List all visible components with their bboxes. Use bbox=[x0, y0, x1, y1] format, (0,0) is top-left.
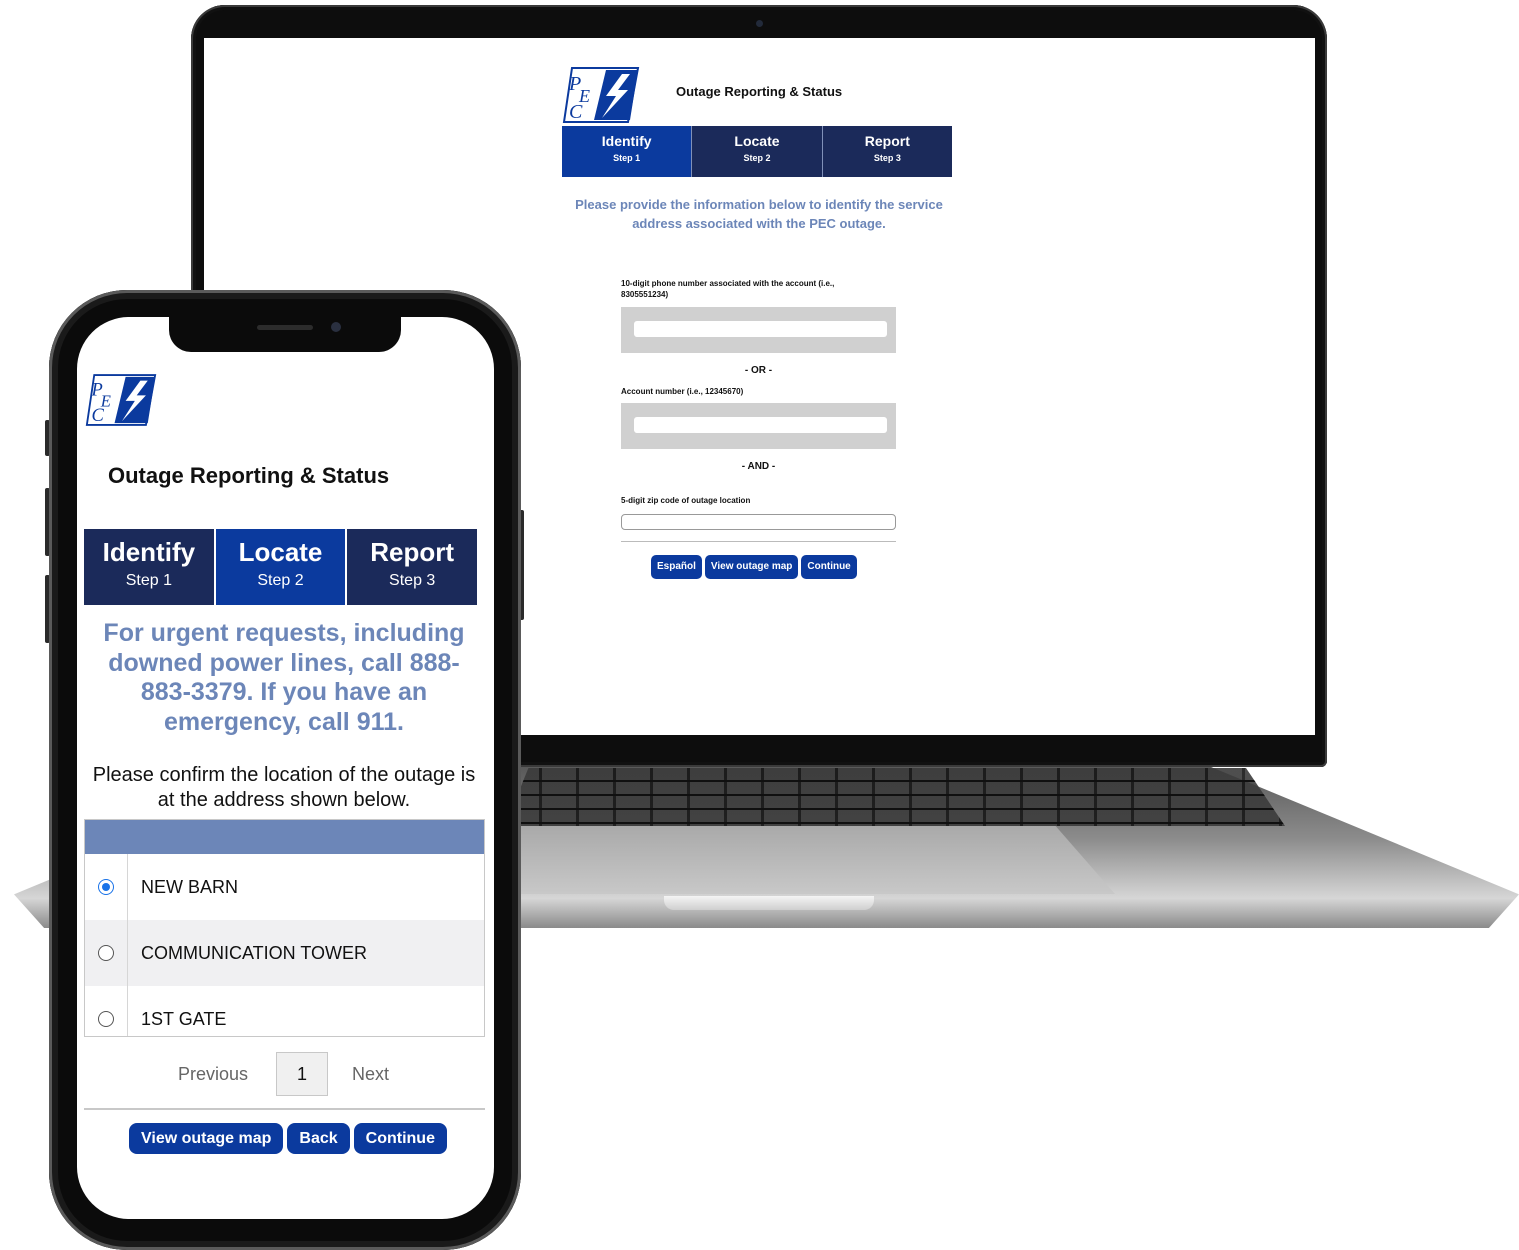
phone-speaker bbox=[257, 325, 313, 330]
mobile-step-tabs: Identify Step 1 Locate Step 2 Report Ste… bbox=[84, 529, 478, 605]
location-table: NEW BARN COMMUNICATION TOWER 1ST GATE bbox=[84, 819, 485, 1037]
continue-button[interactable]: Continue bbox=[353, 1123, 447, 1154]
next-page-link[interactable]: Next bbox=[352, 1064, 389, 1085]
pagination: Previous 1 Next bbox=[77, 1052, 494, 1096]
tab-report-label: Report bbox=[864, 133, 910, 149]
desktop-page-title: Outage Reporting & Status bbox=[676, 84, 843, 99]
continue-button[interactable]: Continue bbox=[801, 555, 857, 579]
svg-text:C: C bbox=[569, 101, 583, 123]
or-separator: - OR - bbox=[744, 365, 773, 376]
svg-text:C: C bbox=[91, 405, 104, 425]
tab-report-label: Report bbox=[370, 537, 455, 567]
mobile-page-title: Outage Reporting & Status bbox=[108, 463, 390, 488]
current-page-button[interactable]: 1 bbox=[276, 1052, 328, 1096]
phone-number-field-box bbox=[621, 307, 896, 353]
radio-checked-icon[interactable] bbox=[98, 879, 114, 895]
confirm-location-text: Please confirm the location of the outag… bbox=[92, 764, 476, 811]
location-row[interactable]: NEW BARN bbox=[85, 854, 484, 920]
view-outage-map-button[interactable]: View outage map bbox=[704, 555, 799, 579]
tab-identify-sub: Step 1 bbox=[125, 572, 172, 589]
tab-report[interactable]: Report Step 3 bbox=[822, 126, 952, 177]
phone-screen: P E C Outage Reporting & Status Identify… bbox=[77, 317, 494, 1219]
tab-locate[interactable]: Locate Step 2 bbox=[692, 126, 823, 177]
laptop-trackpad bbox=[455, 826, 1115, 894]
desktop-divider bbox=[621, 541, 896, 542]
desktop-intro-text: Please provide the information below to … bbox=[575, 197, 943, 231]
zip-code-label: 5-digit zip code of outage location bbox=[621, 496, 751, 505]
tab-identify-sub: Step 1 bbox=[613, 153, 641, 163]
laptop-camera bbox=[756, 20, 763, 27]
tab-locate-label: Locate bbox=[734, 133, 780, 149]
desktop-step-tabs: Identify Step 1 Locate Step 2 Report Ste… bbox=[562, 126, 952, 177]
radio-unchecked-icon[interactable] bbox=[98, 1011, 114, 1027]
location-name: 1ST GATE bbox=[141, 1008, 227, 1029]
urgent-notice: For urgent requests, including downed po… bbox=[103, 619, 465, 736]
phone-number-label: 10-digit phone number associated with th… bbox=[621, 279, 835, 299]
desktop-header: P E C Outage Reporting & Status bbox=[562, 66, 962, 126]
radio-cell bbox=[85, 920, 128, 986]
location-table-header bbox=[85, 820, 484, 854]
laptop-hinge-notch bbox=[664, 896, 874, 910]
tab-locate-sub: Step 2 bbox=[743, 153, 771, 163]
view-outage-map-button[interactable]: View outage map bbox=[129, 1123, 284, 1154]
radio-cell bbox=[85, 854, 128, 920]
tab-identify-label: Identify bbox=[601, 133, 652, 149]
zip-code-input[interactable] bbox=[621, 514, 896, 530]
pec-logo-icon: P E C bbox=[562, 67, 640, 123]
and-separator: - AND - bbox=[741, 461, 776, 472]
phone-camera bbox=[331, 322, 341, 332]
radio-cell bbox=[85, 986, 128, 1036]
previous-page-link[interactable]: Previous bbox=[178, 1064, 248, 1085]
tab-identify[interactable]: Identify Step 1 bbox=[84, 529, 216, 605]
account-number-field-box bbox=[621, 403, 896, 449]
pec-logo-icon: P E C bbox=[85, 374, 157, 426]
espanol-button[interactable]: Español bbox=[651, 555, 702, 579]
phone-notch bbox=[169, 317, 401, 352]
tab-locate[interactable]: Locate Step 2 bbox=[215, 529, 348, 605]
account-number-input[interactable] bbox=[634, 417, 887, 433]
tab-locate-label: Locate bbox=[238, 537, 323, 567]
location-row[interactable]: 1ST GATE bbox=[85, 986, 484, 1036]
back-button[interactable]: Back bbox=[287, 1123, 350, 1154]
location-name: NEW BARN bbox=[141, 876, 239, 897]
tab-identify-label: Identify bbox=[102, 537, 196, 567]
desktop-button-row: Español View outage map Continue bbox=[651, 555, 857, 579]
mobile-button-row: View outage map Back Continue bbox=[129, 1123, 447, 1154]
account-number-label: Account number (i.e., 12345670) bbox=[621, 387, 744, 396]
radio-unchecked-icon[interactable] bbox=[98, 945, 114, 961]
location-row[interactable]: COMMUNICATION TOWER bbox=[85, 920, 484, 986]
tab-report-sub: Step 3 bbox=[389, 572, 436, 589]
laptop-keyboard-rows bbox=[505, 768, 1285, 826]
tab-identify[interactable]: Identify Step 1 bbox=[562, 126, 693, 177]
location-name: COMMUNICATION TOWER bbox=[141, 942, 367, 963]
tab-locate-sub: Step 2 bbox=[257, 572, 304, 589]
tab-report[interactable]: Report Step 3 bbox=[347, 529, 478, 605]
tab-report-sub: Step 3 bbox=[873, 153, 901, 163]
mobile-divider bbox=[84, 1108, 485, 1110]
phone-number-input[interactable] bbox=[634, 321, 887, 337]
